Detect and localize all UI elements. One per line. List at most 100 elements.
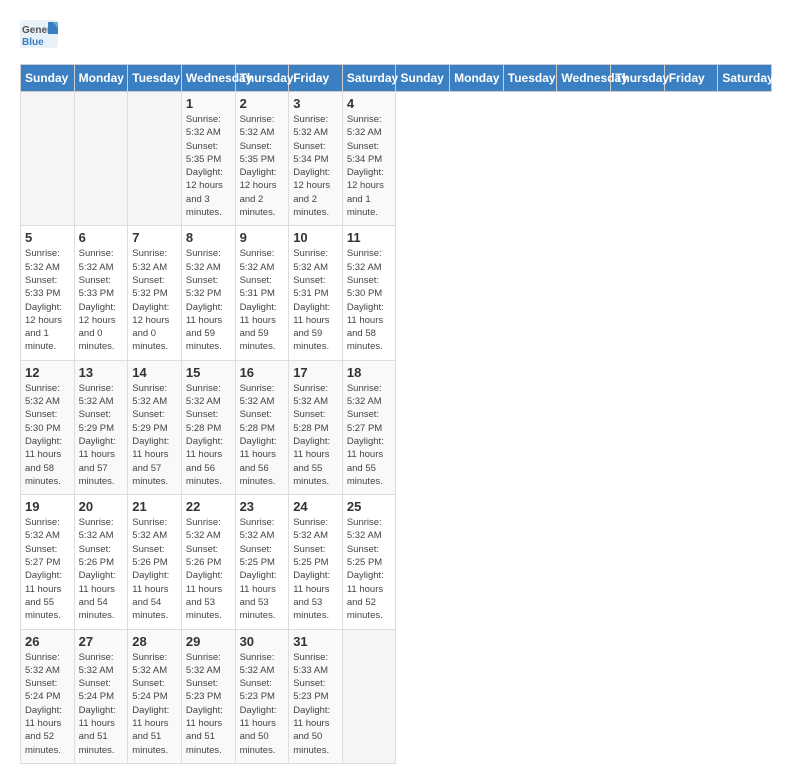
- day-info: Sunrise: 5:32 AM Sunset: 5:24 PM Dayligh…: [79, 651, 124, 757]
- day-info: Sunrise: 5:32 AM Sunset: 5:32 PM Dayligh…: [132, 247, 177, 353]
- calendar-cell: 23 Sunrise: 5:32 AM Sunset: 5:25 PM Dayli…: [235, 495, 289, 629]
- day-info: Sunrise: 5:32 AM Sunset: 5:31 PM Dayligh…: [293, 247, 338, 353]
- calendar-cell: 22 Sunrise: 5:32 AM Sunset: 5:26 PM Dayli…: [181, 495, 235, 629]
- day-number: 16: [240, 365, 285, 380]
- day-info: Sunrise: 5:32 AM Sunset: 5:28 PM Dayligh…: [293, 382, 338, 488]
- day-info: Sunrise: 5:32 AM Sunset: 5:33 PM Dayligh…: [25, 247, 70, 353]
- day-info: Sunrise: 5:32 AM Sunset: 5:23 PM Dayligh…: [240, 651, 285, 757]
- day-number: 6: [79, 230, 124, 245]
- day-info: Sunrise: 5:32 AM Sunset: 5:23 PM Dayligh…: [186, 651, 231, 757]
- logo: General Blue: [20, 20, 58, 48]
- calendar-cell: 25 Sunrise: 5:32 AM Sunset: 5:25 PM Dayli…: [342, 495, 396, 629]
- calendar-header-row: SundayMondayTuesdayWednesdayThursdayFrid…: [21, 65, 772, 92]
- day-number: 10: [293, 230, 338, 245]
- day-number: 12: [25, 365, 70, 380]
- calendar-cell: [21, 92, 75, 226]
- day-header-monday: Monday: [450, 65, 504, 92]
- day-number: 11: [347, 230, 392, 245]
- day-number: 14: [132, 365, 177, 380]
- page-header: General Blue: [20, 20, 772, 48]
- calendar-week-row: 5Sunrise: 5:32 AM Sunset: 5:33 PM Daylig…: [21, 226, 772, 360]
- calendar-cell: 30 Sunrise: 5:32 AM Sunset: 5:23 PM Dayli…: [235, 629, 289, 763]
- calendar-cell: 16 Sunrise: 5:32 AM Sunset: 5:28 PM Dayli…: [235, 360, 289, 494]
- day-header-friday: Friday: [289, 65, 343, 92]
- calendar-cell: 14 Sunrise: 5:32 AM Sunset: 5:29 PM Dayli…: [128, 360, 182, 494]
- calendar-week-row: 26 Sunrise: 5:32 AM Sunset: 5:24 PM Dayli…: [21, 629, 772, 763]
- day-number: 30: [240, 634, 285, 649]
- calendar-week-row: 1 Sunrise: 5:32 AM Sunset: 5:35 PM Daylig…: [21, 92, 772, 226]
- day-info: Sunrise: 5:32 AM Sunset: 5:27 PM Dayligh…: [25, 516, 70, 622]
- day-info: Sunrise: 5:32 AM Sunset: 5:34 PM Dayligh…: [347, 113, 392, 219]
- calendar-cell: 7 Sunrise: 5:32 AM Sunset: 5:32 PM Daylig…: [128, 226, 182, 360]
- day-number: 29: [186, 634, 231, 649]
- day-number: 2: [240, 96, 285, 111]
- day-number: 27: [79, 634, 124, 649]
- calendar-cell: [128, 92, 182, 226]
- svg-text:Blue: Blue: [22, 37, 44, 48]
- day-info: Sunrise: 5:32 AM Sunset: 5:28 PM Dayligh…: [240, 382, 285, 488]
- calendar-cell: 12Sunrise: 5:32 AM Sunset: 5:30 PM Dayli…: [21, 360, 75, 494]
- calendar-cell: [74, 92, 128, 226]
- day-info: Sunrise: 5:32 AM Sunset: 5:29 PM Dayligh…: [79, 382, 124, 488]
- day-info: Sunrise: 5:32 AM Sunset: 5:34 PM Dayligh…: [293, 113, 338, 219]
- calendar-cell: 9 Sunrise: 5:32 AM Sunset: 5:31 PM Daylig…: [235, 226, 289, 360]
- day-header-sunday: Sunday: [396, 65, 450, 92]
- day-header-wednesday: Wednesday: [181, 65, 235, 92]
- day-number: 25: [347, 499, 392, 514]
- day-info: Sunrise: 5:32 AM Sunset: 5:28 PM Dayligh…: [186, 382, 231, 488]
- day-info: Sunrise: 5:32 AM Sunset: 5:29 PM Dayligh…: [132, 382, 177, 488]
- calendar-cell: 5Sunrise: 5:32 AM Sunset: 5:33 PM Daylig…: [21, 226, 75, 360]
- day-number: 7: [132, 230, 177, 245]
- calendar-cell: 6 Sunrise: 5:32 AM Sunset: 5:33 PM Daylig…: [74, 226, 128, 360]
- day-number: 24: [293, 499, 338, 514]
- calendar-week-row: 12Sunrise: 5:32 AM Sunset: 5:30 PM Dayli…: [21, 360, 772, 494]
- day-number: 9: [240, 230, 285, 245]
- calendar-cell: 17 Sunrise: 5:32 AM Sunset: 5:28 PM Dayli…: [289, 360, 343, 494]
- calendar-cell: 11Sunrise: 5:32 AM Sunset: 5:30 PM Dayli…: [342, 226, 396, 360]
- calendar-cell: 3 Sunrise: 5:32 AM Sunset: 5:34 PM Daylig…: [289, 92, 343, 226]
- calendar-cell: 4Sunrise: 5:32 AM Sunset: 5:34 PM Daylig…: [342, 92, 396, 226]
- day-info: Sunrise: 5:32 AM Sunset: 5:25 PM Dayligh…: [347, 516, 392, 622]
- calendar-cell: 29 Sunrise: 5:32 AM Sunset: 5:23 PM Dayli…: [181, 629, 235, 763]
- day-number: 28: [132, 634, 177, 649]
- day-number: 17: [293, 365, 338, 380]
- day-info: Sunrise: 5:32 AM Sunset: 5:24 PM Dayligh…: [132, 651, 177, 757]
- day-info: Sunrise: 5:32 AM Sunset: 5:24 PM Dayligh…: [25, 651, 70, 757]
- day-header-saturday: Saturday: [342, 65, 396, 92]
- calendar-cell: 2 Sunrise: 5:32 AM Sunset: 5:35 PM Daylig…: [235, 92, 289, 226]
- day-number: 19: [25, 499, 70, 514]
- calendar-cell: 13Sunrise: 5:32 AM Sunset: 5:29 PM Dayli…: [74, 360, 128, 494]
- day-number: 23: [240, 499, 285, 514]
- day-info: Sunrise: 5:32 AM Sunset: 5:33 PM Dayligh…: [79, 247, 124, 353]
- day-info: Sunrise: 5:32 AM Sunset: 5:25 PM Dayligh…: [240, 516, 285, 622]
- calendar-cell: 8Sunrise: 5:32 AM Sunset: 5:32 PM Daylig…: [181, 226, 235, 360]
- calendar-cell: 26 Sunrise: 5:32 AM Sunset: 5:24 PM Dayli…: [21, 629, 75, 763]
- day-info: Sunrise: 5:32 AM Sunset: 5:35 PM Dayligh…: [240, 113, 285, 219]
- day-number: 1: [186, 96, 231, 111]
- day-header-tuesday: Tuesday: [503, 65, 557, 92]
- logo-icon: General Blue: [20, 20, 58, 48]
- day-header-thursday: Thursday: [235, 65, 289, 92]
- day-info: Sunrise: 5:32 AM Sunset: 5:26 PM Dayligh…: [186, 516, 231, 622]
- calendar-cell: 19 Sunrise: 5:32 AM Sunset: 5:27 PM Dayli…: [21, 495, 75, 629]
- calendar-cell: 24Sunrise: 5:32 AM Sunset: 5:25 PM Dayli…: [289, 495, 343, 629]
- calendar-cell: 27 Sunrise: 5:32 AM Sunset: 5:24 PM Dayli…: [74, 629, 128, 763]
- day-info: Sunrise: 5:33 AM Sunset: 5:23 PM Dayligh…: [293, 651, 338, 757]
- day-number: 22: [186, 499, 231, 514]
- day-header-thursday: Thursday: [611, 65, 665, 92]
- calendar-cell: 31Sunrise: 5:33 AM Sunset: 5:23 PM Dayli…: [289, 629, 343, 763]
- calendar-cell: 20Sunrise: 5:32 AM Sunset: 5:26 PM Dayli…: [74, 495, 128, 629]
- day-info: Sunrise: 5:32 AM Sunset: 5:27 PM Dayligh…: [347, 382, 392, 488]
- calendar-cell: 28 Sunrise: 5:32 AM Sunset: 5:24 PM Dayli…: [128, 629, 182, 763]
- day-number: 18: [347, 365, 392, 380]
- day-number: 20: [79, 499, 124, 514]
- day-info: Sunrise: 5:32 AM Sunset: 5:26 PM Dayligh…: [132, 516, 177, 622]
- day-number: 26: [25, 634, 70, 649]
- day-number: 3: [293, 96, 338, 111]
- day-info: Sunrise: 5:32 AM Sunset: 5:35 PM Dayligh…: [186, 113, 231, 219]
- day-header-wednesday: Wednesday: [557, 65, 611, 92]
- day-header-tuesday: Tuesday: [128, 65, 182, 92]
- day-header-monday: Monday: [74, 65, 128, 92]
- day-number: 21: [132, 499, 177, 514]
- day-info: Sunrise: 5:32 AM Sunset: 5:31 PM Dayligh…: [240, 247, 285, 353]
